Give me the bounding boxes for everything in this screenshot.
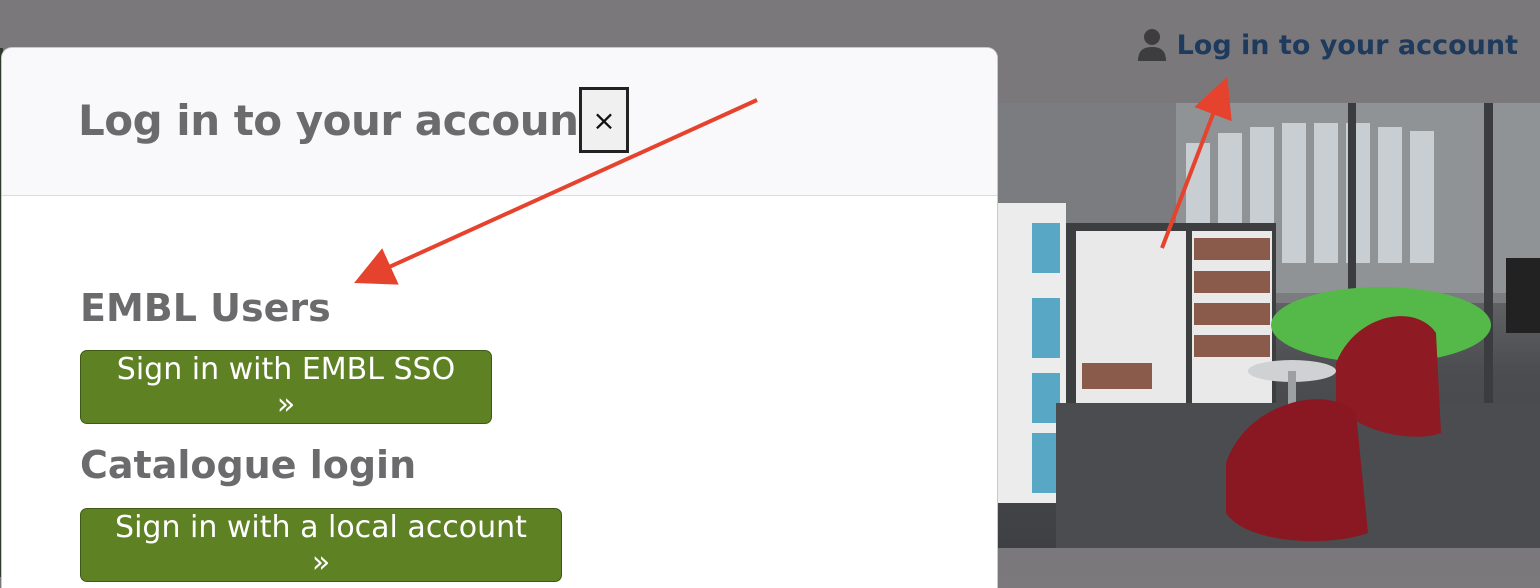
catalogue-login-heading: Catalogue login bbox=[80, 443, 417, 487]
modal-header: Log in to your account × bbox=[2, 48, 997, 196]
sign-in-embl-sso-button[interactable]: Sign in with EMBL SSO » bbox=[80, 350, 492, 424]
account-login-label: Log in to your account bbox=[1176, 29, 1518, 61]
login-modal: Log in to your account × EMBL Users Sign… bbox=[2, 48, 997, 588]
library-background-photo bbox=[996, 103, 1540, 548]
user-icon bbox=[1137, 28, 1167, 62]
modal-title: Log in to your account bbox=[78, 96, 599, 145]
page-footer-backdrop bbox=[996, 548, 1540, 577]
account-login-link[interactable]: Log in to your account bbox=[1137, 28, 1518, 62]
sign-in-local-account-button[interactable]: Sign in with a local account » bbox=[80, 508, 562, 582]
embl-users-heading: EMBL Users bbox=[80, 286, 331, 330]
modal-close-button[interactable]: × bbox=[579, 87, 629, 153]
